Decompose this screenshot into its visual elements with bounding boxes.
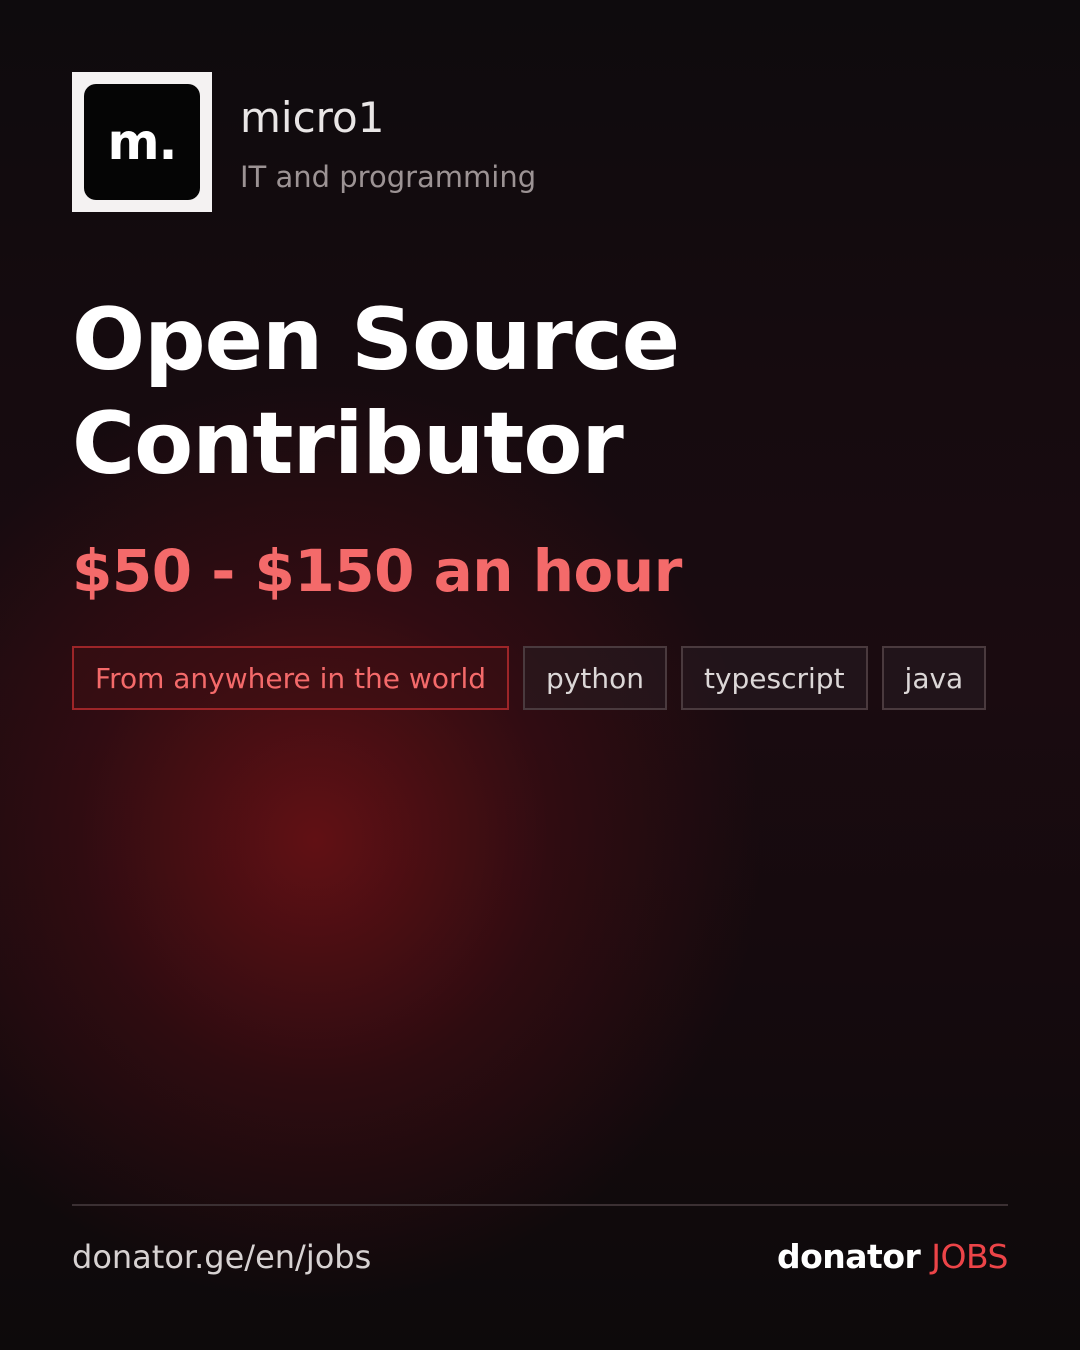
company-logo: m. [72,72,212,212]
company-name: micro1 [240,93,385,142]
footer-divider [72,1204,1008,1206]
site-url: donator.ge/en/jobs [72,1238,372,1276]
brand-suffix: JOBS [931,1237,1008,1276]
salary-range: $50 - $150 an hour [72,537,682,605]
tag-list: From anywhere in the world python typesc… [72,646,987,710]
skill-tag-java: java [881,646,987,710]
skill-tag-typescript: typescript [680,646,868,710]
brand-name: donator [777,1237,921,1276]
location-tag: From anywhere in the world [72,646,510,710]
brand-logo: donator JOBS [777,1236,1008,1278]
skill-tag-python: python [523,646,667,710]
job-card: m. micro1 IT and programming Open Source… [0,0,1080,1350]
company-logo-mark: m. [84,84,200,200]
job-title: Open Source Contributor [72,290,680,494]
company-category: IT and programming [240,160,537,194]
